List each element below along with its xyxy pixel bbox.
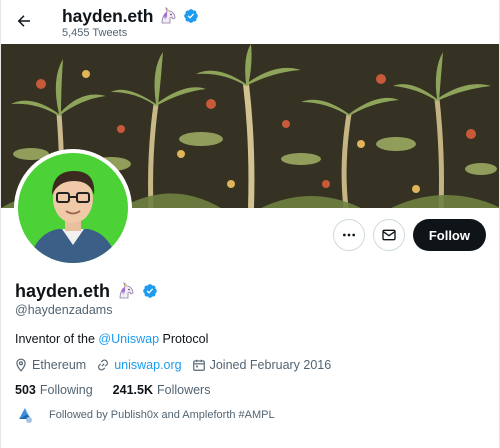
message-button[interactable] xyxy=(372,219,405,251)
header-name: hayden.eth xyxy=(62,5,154,26)
profile-name: hayden.eth xyxy=(15,280,111,301)
profile-actions: Follow xyxy=(332,219,486,251)
avatar-photo xyxy=(18,153,128,263)
verified-badge-icon xyxy=(184,9,199,23)
arrow-left-icon xyxy=(17,15,30,27)
header-text: hayden.eth 5,455 Tweets xyxy=(62,5,199,39)
joined-text: Joined February 2016 xyxy=(209,358,332,372)
top-header: hayden.eth 5,455 Tweets xyxy=(1,0,499,44)
following-stat[interactable]: 503 Following xyxy=(15,383,93,397)
bio-prefix: Inventor of the xyxy=(15,332,99,346)
website-item: uniswap.org xyxy=(96,358,182,372)
profile-name-row: hayden.eth xyxy=(15,279,158,303)
bio-suffix: Protocol xyxy=(159,332,209,346)
following-label: Following xyxy=(39,383,93,397)
follower-avatar-icon xyxy=(19,408,32,423)
unicorn-emoji-icon xyxy=(161,6,176,24)
follow-stats: 503 Following 241.5K Followers xyxy=(15,383,210,397)
back-button[interactable] xyxy=(7,4,41,38)
joined-item: Joined February 2016 xyxy=(192,358,332,372)
header-name-row: hayden.eth xyxy=(62,5,199,27)
followers-stat[interactable]: 241.5K Followers xyxy=(113,383,211,397)
link-icon xyxy=(98,359,109,371)
profile-handle: @haydenzadams xyxy=(15,303,113,317)
followers-count: 241.5K xyxy=(112,383,153,397)
profile-page: hayden.eth 5,455 Tweets Follow hayden.et… xyxy=(0,0,500,448)
calendar-icon xyxy=(192,359,205,371)
bio-mention-link[interactable]: @Uniswap xyxy=(98,332,159,346)
location-pin-icon xyxy=(16,358,26,372)
profile-bio: Inventor of the @Uniswap Protocol xyxy=(15,332,208,346)
followed-by-row[interactable]: Followed by Publish0x and Ampleforth #AM… xyxy=(15,405,275,425)
profile-meta-row: Ethereum uniswap.org Joined February 201… xyxy=(14,356,341,374)
following-count: 503 xyxy=(15,383,36,397)
envelope-icon xyxy=(382,229,396,241)
follower-avatar xyxy=(15,405,35,425)
more-button[interactable] xyxy=(332,219,365,251)
followed-by-text: Followed by Publish0x and Ampleforth #AM… xyxy=(49,409,275,421)
profile-avatar[interactable] xyxy=(14,149,132,267)
tweet-count: 5,455 Tweets xyxy=(62,27,128,39)
location-text: Ethereum xyxy=(32,358,87,372)
followers-label: Followers xyxy=(156,383,211,397)
location-item: Ethereum xyxy=(14,358,86,372)
website-link[interactable]: uniswap.org xyxy=(114,358,181,372)
verified-badge-icon[interactable] xyxy=(142,283,158,299)
more-dots-icon xyxy=(342,233,355,237)
follow-button[interactable]: Follow xyxy=(412,219,486,251)
unicorn-emoji-icon xyxy=(119,281,134,299)
